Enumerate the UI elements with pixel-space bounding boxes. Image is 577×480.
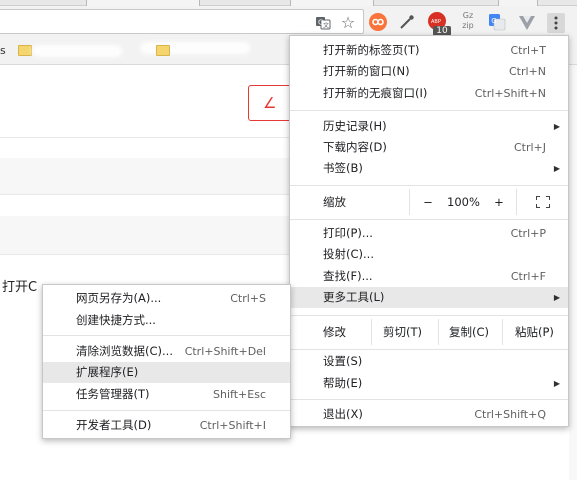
cut-button[interactable]: 剪切(T) — [383, 319, 422, 345]
menu-item-save-page-as[interactable]: 网页另存为(A)... Ctrl+S — [43, 288, 290, 309]
svg-text:ABP: ABP — [431, 19, 441, 25]
fullscreen-icon[interactable] — [536, 196, 550, 208]
menu-item-more-tools[interactable]: 更多工具(L) ▶ — [290, 287, 568, 308]
eyedropper-icon[interactable] — [398, 13, 416, 31]
vue-devtools-icon[interactable] — [518, 14, 536, 32]
scroll-area — [569, 65, 577, 480]
menu-item-extensions[interactable]: 扩展程序(E) — [43, 362, 290, 383]
menu-item-new-window[interactable]: 打开新的窗口(N) Ctrl+N — [290, 61, 568, 82]
zoom-in-button[interactable]: + — [493, 189, 505, 215]
star-icon[interactable]: ☆ — [340, 15, 356, 31]
zoom-label: 缩放 — [323, 195, 346, 209]
menu-item-bookmarks[interactable]: 书签(B) ▶ — [290, 158, 568, 179]
menu-separator — [290, 349, 568, 350]
redacted-text — [32, 45, 122, 57]
svg-text:G: G — [491, 17, 496, 25]
google-translate-icon[interactable]: G — [488, 13, 506, 31]
zoom-out-button[interactable]: − — [422, 189, 434, 215]
menu-separator — [290, 315, 568, 316]
menu-separator — [290, 110, 568, 111]
edit-row: 修改 剪切(T) 复制(C) 粘贴(P) — [290, 319, 568, 345]
menu-item-history[interactable]: 历史记录(H) ▶ — [290, 116, 568, 137]
menu-separator — [290, 219, 568, 220]
chevron-right-icon: ▶ — [553, 293, 560, 302]
menu-item-clear-browsing-data[interactable]: 清除浏览数据(C)... Ctrl+Shift+Del — [43, 341, 290, 362]
menu-item-new-incognito[interactable]: 打开新的无痕窗口(I) Ctrl+Shift+N — [290, 83, 568, 104]
gzip-icon[interactable]: Gz zip — [458, 11, 478, 33]
menu-item-cast[interactable]: 投射(C)... — [290, 244, 568, 265]
svg-text:文: 文 — [323, 22, 329, 30]
address-bar[interactable]: G文 ☆ — [0, 9, 364, 34]
edit-label: 修改 — [323, 325, 346, 339]
chrome-main-menu: 打开新的标签页(T) Ctrl+T 打开新的窗口(N) Ctrl+N 打开新的无… — [289, 35, 569, 427]
paste-button[interactable]: 粘贴(P) — [515, 319, 554, 345]
chevron-right-icon: ▶ — [553, 379, 560, 388]
edit-icon: ∠ — [263, 94, 277, 112]
chevron-right-icon: ▶ — [553, 122, 560, 131]
menu-item-help[interactable]: 帮助(E) ▶ — [290, 373, 568, 394]
zoom-level: 100% — [447, 195, 480, 209]
menu-item-find[interactable]: 查找(F)... Ctrl+F — [290, 266, 568, 287]
chrome-menu-icon[interactable] — [547, 13, 565, 33]
page-link-text[interactable]: 打开C — [2, 276, 37, 295]
menu-item-exit[interactable]: 退出(X) Ctrl+Shift+Q — [290, 404, 568, 425]
zoom-row: 缩放 − 100% + — [290, 189, 568, 215]
copy-button[interactable]: 复制(C) — [449, 319, 489, 345]
menu-item-downloads[interactable]: 下载内容(D) Ctrl+J — [290, 137, 568, 158]
bookmark-label[interactable]: s — [0, 44, 6, 57]
menu-item-create-shortcut[interactable]: 创建快捷方式... — [43, 310, 290, 331]
menu-item-print[interactable]: 打印(P)... Ctrl+P — [290, 223, 568, 244]
folder-icon[interactable] — [18, 45, 32, 56]
menu-item-new-tab[interactable]: 打开新的标签页(T) Ctrl+T — [290, 40, 568, 61]
translate-icon[interactable]: G文 — [315, 15, 331, 31]
menu-separator — [43, 335, 290, 336]
menu-separator — [290, 399, 568, 400]
menu-item-settings[interactable]: 设置(S) — [290, 351, 568, 372]
menu-item-task-manager[interactable]: 任务管理器(T) Shift+Esc — [43, 384, 290, 405]
menu-item-developer-tools[interactable]: 开发者工具(D) Ctrl+Shift+I — [43, 415, 290, 436]
more-tools-submenu: 网页另存为(A)... Ctrl+S 创建快捷方式... 清除浏览数据(C)..… — [42, 284, 291, 439]
menu-separator — [43, 410, 290, 411]
menu-separator — [290, 185, 568, 186]
folder-icon[interactable] — [156, 45, 170, 56]
chevron-right-icon: ▶ — [553, 164, 560, 173]
circle-extension-icon[interactable] — [369, 13, 387, 31]
toolbar: G文 ☆ ABP 10 Gz zip G — [0, 6, 577, 37]
